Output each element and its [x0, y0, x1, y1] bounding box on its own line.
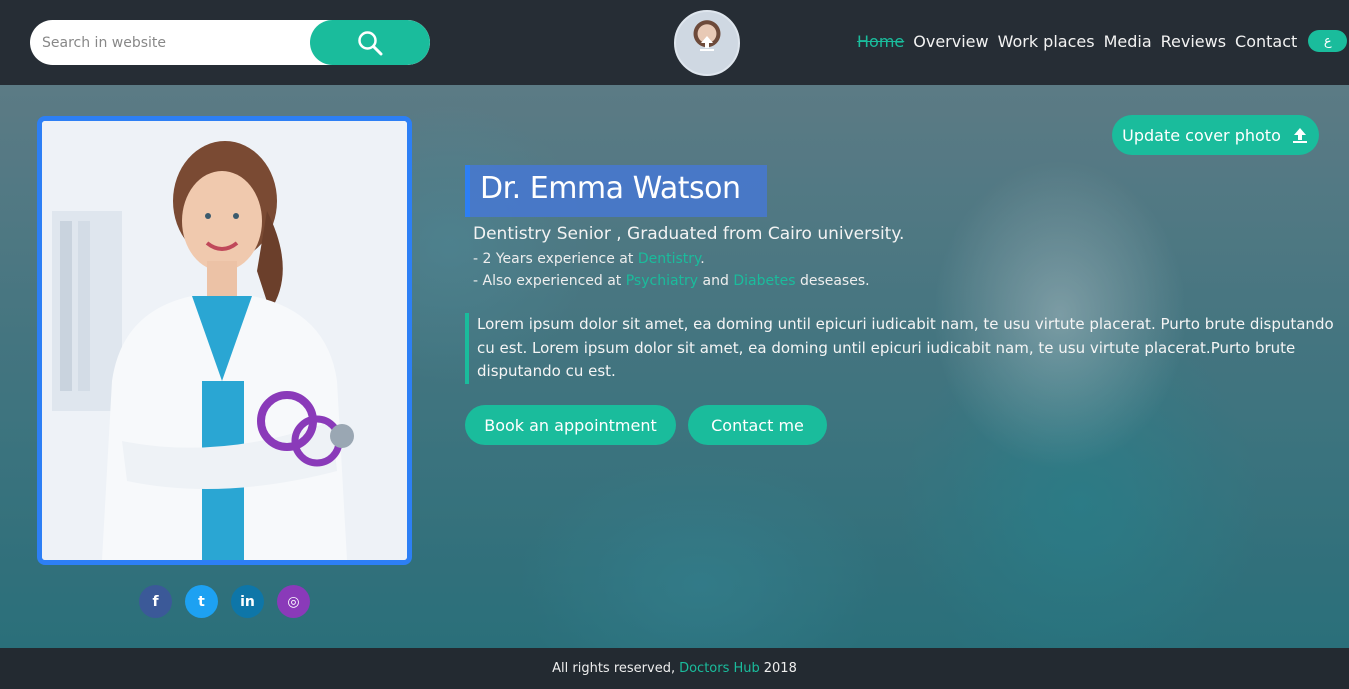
search-box	[30, 20, 430, 65]
profile-photo	[37, 116, 412, 565]
doctor-name: Dr. Emma Watson	[480, 171, 741, 206]
experience-prefix: - 2 Years experience at	[473, 251, 638, 267]
experience-line: - 2 Years experience at Dentistry.	[473, 248, 1343, 270]
experience-field[interactable]: Dentistry	[638, 251, 700, 267]
top-navbar: Home Overview Work places Media Reviews …	[0, 0, 1349, 85]
book-appointment-button[interactable]: Book an appointment	[465, 405, 676, 445]
nav-work-places[interactable]: Work places	[998, 32, 1095, 51]
instagram-icon[interactable]: ◎	[277, 585, 310, 618]
social-links: f t in ◎	[139, 585, 310, 618]
upload-icon	[1292, 128, 1307, 143]
footer-rights: All rights reserved,	[552, 661, 676, 676]
also-experienced-line: - Also experienced at Psychiatry and Dia…	[473, 270, 1343, 292]
field-psychiatry[interactable]: Psychiatry	[626, 273, 698, 289]
doctor-headline: Dentistry Senior , Graduated from Cairo …	[473, 224, 905, 244]
footer-year: 2018	[763, 661, 797, 676]
main-nav: Home Overview Work places Media Reviews …	[857, 30, 1348, 52]
doctor-name-box: Dr. Emma Watson	[465, 165, 767, 217]
contact-me-button[interactable]: Contact me	[688, 405, 827, 445]
update-cover-photo-button[interactable]: Update cover photo	[1112, 115, 1319, 155]
nav-home[interactable]: Home	[857, 32, 904, 51]
also-and: and	[698, 273, 734, 289]
footer: All rights reserved, Doctors Hub 2018	[0, 648, 1349, 689]
nav-overview[interactable]: Overview	[913, 32, 988, 51]
profile-avatar-upload[interactable]	[674, 10, 740, 76]
doctor-bio: Lorem ipsum dolor sit amet, ea doming un…	[465, 313, 1335, 384]
experience-suffix: .	[700, 251, 705, 267]
search-input[interactable]	[30, 20, 320, 65]
also-prefix: - Also experienced at	[473, 273, 626, 289]
twitter-icon[interactable]: t	[185, 585, 218, 618]
language-toggle[interactable]: ع	[1308, 30, 1348, 52]
facebook-icon[interactable]: f	[139, 585, 172, 618]
also-suffix: deseases.	[795, 273, 870, 289]
doctor-portrait-image	[42, 121, 407, 560]
doctor-info: Dentistry Senior , Graduated from Cairo …	[473, 224, 1343, 292]
nav-contact[interactable]: Contact	[1235, 32, 1297, 51]
update-cover-label: Update cover photo	[1122, 125, 1281, 145]
linkedin-icon[interactable]: in	[231, 585, 264, 618]
nav-reviews[interactable]: Reviews	[1161, 32, 1226, 51]
field-diabetes[interactable]: Diabetes	[733, 273, 795, 289]
search-button[interactable]	[310, 20, 430, 65]
footer-brand-link[interactable]: Doctors Hub	[679, 661, 760, 676]
cover-hero: f t in ◎ Update cover photo Dr. Emma Wat…	[0, 85, 1349, 648]
search-icon	[358, 30, 383, 55]
nav-media[interactable]: Media	[1104, 32, 1152, 51]
upload-icon	[700, 36, 714, 51]
